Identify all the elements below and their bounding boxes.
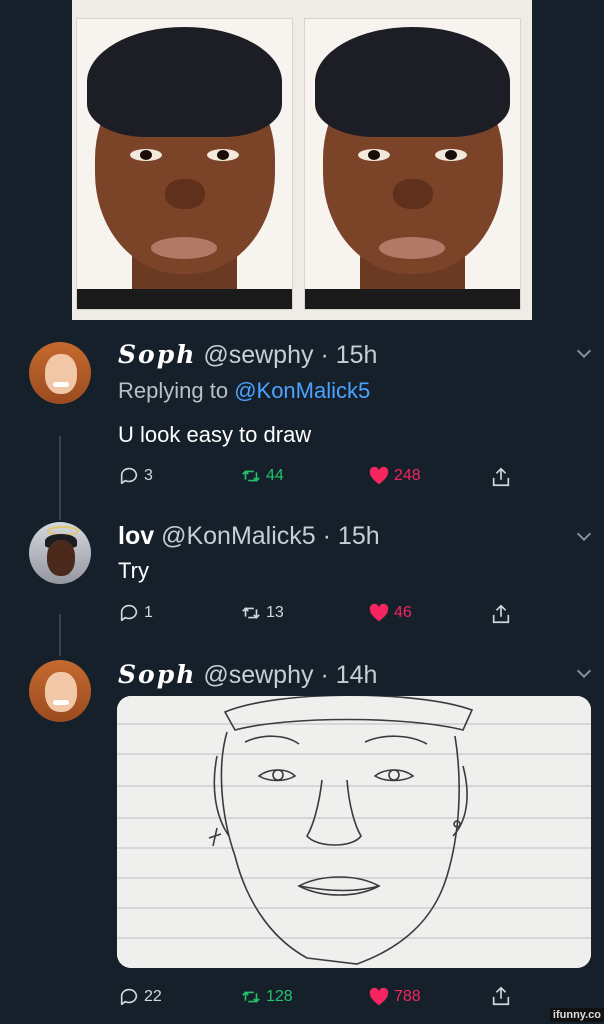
like-count: 248 xyxy=(394,467,421,484)
reply-button[interactable]: 22 xyxy=(118,986,162,1008)
share-icon[interactable] xyxy=(490,465,512,489)
share-icon[interactable] xyxy=(490,602,512,626)
portrait-photo-right xyxy=(304,18,521,310)
user-handle[interactable]: @sewphy xyxy=(203,661,313,689)
avatar[interactable] xyxy=(29,342,91,404)
retweet-icon xyxy=(242,470,260,482)
reply-count: 3 xyxy=(144,467,153,484)
timestamp[interactable]: 14h xyxy=(336,661,378,689)
watermark: ifunny.co xyxy=(549,1008,604,1022)
display-name[interactable]: Soph xyxy=(118,340,196,369)
retweet-icon xyxy=(242,991,260,1003)
retweet-button[interactable]: 128 xyxy=(240,986,293,1008)
tweet-media-photo[interactable] xyxy=(72,0,532,320)
chevron-down-icon[interactable] xyxy=(573,662,595,684)
chevron-down-icon[interactable] xyxy=(573,525,595,547)
like-icon xyxy=(369,603,389,622)
thread-line xyxy=(59,614,61,656)
retweet-count: 128 xyxy=(266,988,293,1005)
like-icon xyxy=(369,987,389,1006)
user-handle[interactable]: @KonMalick5 xyxy=(161,522,316,550)
avatar[interactable] xyxy=(29,660,91,722)
chevron-down-icon[interactable] xyxy=(573,342,595,364)
reply-button[interactable]: 1 xyxy=(118,602,153,624)
retweet-button[interactable]: 44 xyxy=(240,465,284,487)
timestamp[interactable]: 15h xyxy=(338,522,380,550)
like-button[interactable]: 248 xyxy=(368,465,421,487)
tweet-header: Soph @sewphy · 14h xyxy=(118,660,377,690)
user-handle[interactable]: @sewphy xyxy=(203,341,313,369)
reply-icon xyxy=(120,604,138,622)
portrait-photo-left xyxy=(76,18,293,310)
reply-button[interactable]: 3 xyxy=(118,465,153,487)
reply-icon xyxy=(120,988,138,1006)
display-name[interactable]: lov xyxy=(118,522,154,550)
tweet-header: lov @KonMalick5 · 15h xyxy=(118,522,380,551)
separator: · xyxy=(320,341,329,369)
like-count: 46 xyxy=(394,604,412,621)
reply-count: 22 xyxy=(144,988,162,1005)
replying-prefix: Replying to xyxy=(118,378,235,403)
like-icon xyxy=(369,466,389,485)
reply-count: 1 xyxy=(144,604,153,621)
display-name[interactable]: Soph xyxy=(118,660,196,689)
thread-line xyxy=(59,436,61,520)
like-button[interactable]: 46 xyxy=(368,602,412,624)
reply-icon xyxy=(120,467,138,485)
replying-to: Replying to @KonMalick5 xyxy=(118,378,370,404)
retweet-count: 13 xyxy=(266,604,284,621)
mention-link[interactable]: @KonMalick5 xyxy=(234,378,370,403)
timestamp[interactable]: 15h xyxy=(336,341,378,369)
share-icon[interactable] xyxy=(490,984,512,1008)
separator: · xyxy=(322,522,331,550)
like-count: 788 xyxy=(394,988,421,1005)
tweet-header: Soph @sewphy · 15h xyxy=(118,340,377,370)
tweet-media-drawing[interactable] xyxy=(117,696,591,968)
avatar[interactable] xyxy=(29,522,91,584)
retweet-count: 44 xyxy=(266,467,284,484)
tweet-text: U look easy to draw xyxy=(118,422,312,447)
like-button[interactable]: 788 xyxy=(368,986,421,1008)
tweet-text: Try xyxy=(118,558,149,583)
retweet-icon xyxy=(242,607,260,619)
pencil-sketch-image xyxy=(117,696,591,968)
retweet-button[interactable]: 13 xyxy=(240,602,284,624)
separator: · xyxy=(320,661,329,689)
